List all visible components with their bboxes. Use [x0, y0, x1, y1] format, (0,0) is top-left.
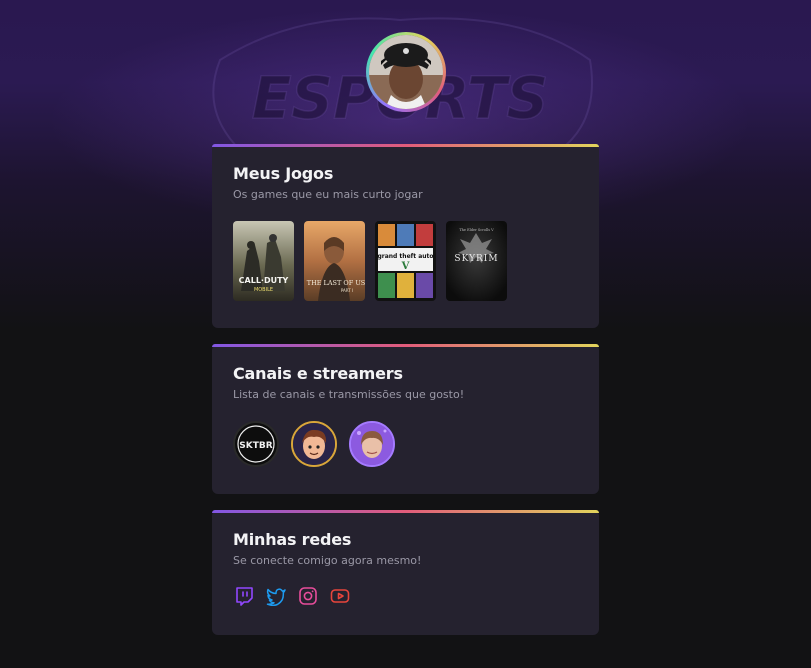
channel-streamer-2[interactable]: [291, 421, 337, 467]
games-list: CALL·DUTY MOBILE THE LAST OF US PART I g…: [233, 221, 578, 301]
skyrim-cover-subtitle: The Elder Scrolls V: [459, 228, 494, 232]
social-links: [233, 585, 578, 607]
instagram-icon[interactable]: [297, 585, 319, 607]
twitch-icon[interactable]: [233, 585, 255, 607]
game-cover-call-of-duty[interactable]: CALL·DUTY MOBILE: [233, 221, 294, 301]
twitter-icon[interactable]: [265, 585, 287, 607]
cod-cover-title: CALL·DUTY: [239, 276, 289, 285]
game-cover-skyrim[interactable]: SKYRIM The Elder Scrolls V: [446, 221, 507, 301]
sktbr-logo-text: SKTBR: [239, 441, 272, 451]
social-title: Minhas redes: [233, 530, 352, 549]
profile-avatar: [369, 35, 443, 109]
social-subtitle: Se conecte comigo agora mesmo!: [233, 554, 422, 567]
gta-cover-subtitle: V: [401, 261, 410, 272]
gta-cover-title: grand theft auto: [377, 253, 433, 260]
youtube-icon[interactable]: [329, 585, 351, 607]
social-card: Minhas redes Se conecte comigo agora mes…: [212, 510, 599, 635]
tlou-cover-title: THE LAST OF US: [307, 279, 365, 287]
tlou-cover-subtitle: PART I: [341, 288, 353, 293]
games-card: Meus Jogos Os games que eu mais curto jo…: [212, 144, 599, 328]
channels-title: Canais e streamers: [233, 364, 403, 383]
channel-sktbr[interactable]: SKTBR: [233, 421, 279, 467]
game-cover-gta-v[interactable]: grand theft auto V: [375, 221, 436, 301]
games-subtitle: Os games que eu mais curto jogar: [233, 188, 423, 201]
channels-subtitle: Lista de canais e transmissões que gosto…: [233, 388, 465, 401]
cod-cover-subtitle: MOBILE: [254, 287, 273, 293]
channels-list: SKTBR: [233, 421, 578, 467]
skyrim-cover-title: SKYRIM: [454, 254, 498, 264]
game-cover-last-of-us[interactable]: THE LAST OF US PART I: [304, 221, 365, 301]
channel-streamer-3[interactable]: [349, 421, 395, 467]
games-title: Meus Jogos: [233, 164, 334, 183]
profile-avatar-ring[interactable]: [366, 32, 446, 112]
channels-card: Canais e streamers Lista de canais e tra…: [212, 344, 599, 494]
